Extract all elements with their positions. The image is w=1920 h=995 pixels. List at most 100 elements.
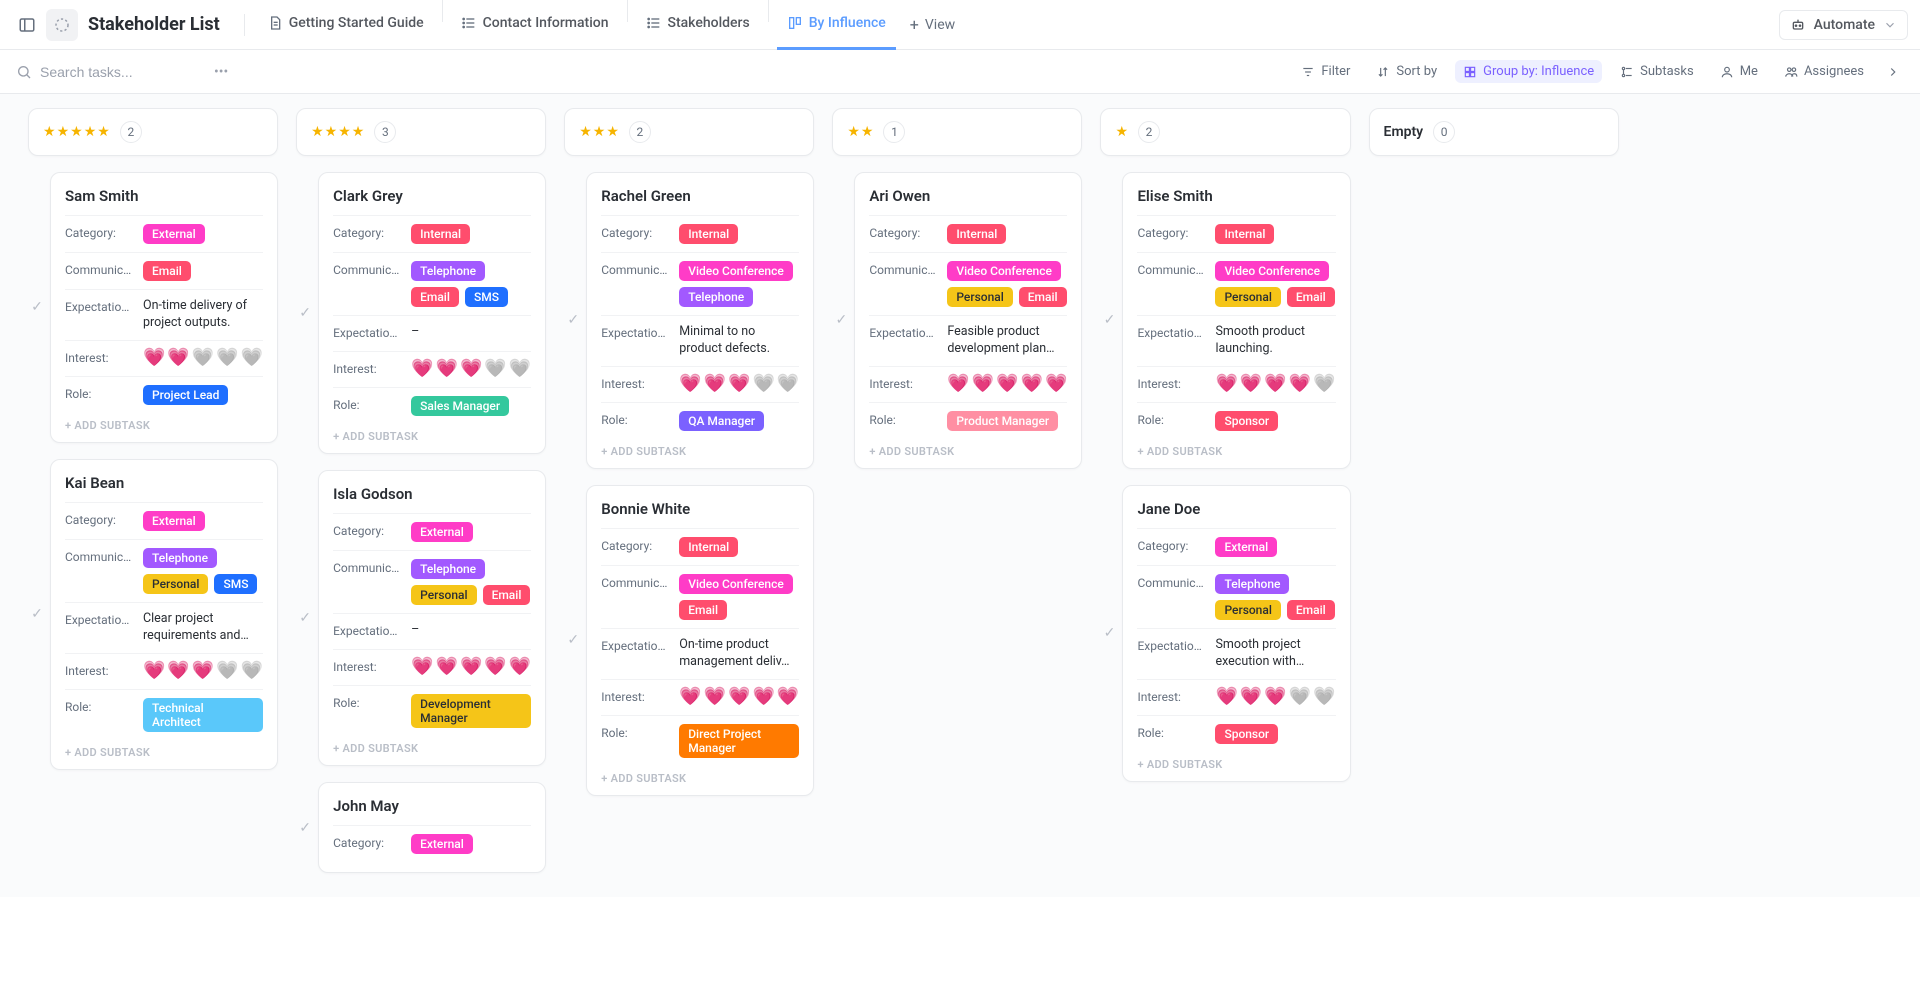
filter-button[interactable]: Filter xyxy=(1293,60,1358,83)
tag-internal[interactable]: Internal xyxy=(947,224,1006,244)
tag-video-conference[interactable]: Video Conference xyxy=(947,261,1061,281)
column-header[interactable]: Empty0 xyxy=(1369,108,1619,156)
tab-contact-information[interactable]: Contact Information xyxy=(451,0,619,50)
stakeholder-card[interactable]: Kai Bean Category: External Communic… Te… xyxy=(50,459,278,770)
complete-check-icon[interactable]: ✓ xyxy=(564,312,582,328)
stakeholder-card[interactable]: Ari Owen Category: Internal Communic… Vi… xyxy=(854,172,1082,469)
stakeholder-card[interactable]: Clark Grey Category: Internal Communic… … xyxy=(318,172,546,454)
tag-personal[interactable]: Personal xyxy=(143,574,208,594)
complete-check-icon[interactable]: ✓ xyxy=(28,606,46,622)
tag-email[interactable]: Email xyxy=(143,261,191,281)
column-header[interactable]: ★★★2 xyxy=(564,108,814,156)
add-subtask-button[interactable]: + ADD SUBTASK xyxy=(869,445,1067,458)
tag-video-conference[interactable]: Video Conference xyxy=(1215,261,1329,281)
tag-telephone[interactable]: Telephone xyxy=(411,559,485,579)
tag-personal[interactable]: Personal xyxy=(1215,287,1280,307)
complete-check-icon[interactable]: ✓ xyxy=(1100,625,1118,641)
tag-internal[interactable]: Internal xyxy=(1215,224,1274,244)
tag-internal[interactable]: Internal xyxy=(411,224,470,244)
column-count: 2 xyxy=(1138,121,1160,143)
role-tag[interactable]: QA Manager xyxy=(679,411,764,431)
tag-external[interactable]: External xyxy=(143,224,205,244)
me-button[interactable]: Me xyxy=(1712,60,1766,83)
tag-sms[interactable]: SMS xyxy=(214,574,257,594)
complete-check-icon[interactable]: ✓ xyxy=(564,632,582,648)
tab-stakeholders[interactable]: Stakeholders xyxy=(636,0,760,50)
tag-telephone[interactable]: Telephone xyxy=(143,548,217,568)
complete-check-icon[interactable]: ✓ xyxy=(296,305,314,321)
subtasks-button[interactable]: Subtasks xyxy=(1612,60,1702,83)
tag-email[interactable]: Email xyxy=(483,585,531,605)
tag-external[interactable]: External xyxy=(1215,537,1277,557)
add-subtask-button[interactable]: + ADD SUBTASK xyxy=(333,430,531,443)
tag-telephone[interactable]: Telephone xyxy=(411,261,485,281)
tag-video-conference[interactable]: Video Conference xyxy=(679,261,793,281)
complete-check-icon[interactable]: ✓ xyxy=(28,299,46,315)
stakeholder-card[interactable]: Bonnie White Category: Internal Communic… xyxy=(586,485,814,796)
stakeholder-card[interactable]: Jane Doe Category: External Communic… Te… xyxy=(1122,485,1350,782)
tag-telephone[interactable]: Telephone xyxy=(1215,574,1289,594)
add-subtask-button[interactable]: + ADD SUBTASK xyxy=(65,746,263,759)
role-tag[interactable]: Technical Architect xyxy=(143,698,263,732)
collapse-sidebar-button[interactable] xyxy=(12,10,42,40)
role-tag[interactable]: Product Manager xyxy=(947,411,1058,431)
tag-email[interactable]: Email xyxy=(1287,287,1335,307)
tag-external[interactable]: External xyxy=(411,522,473,542)
assignees-button[interactable]: Assignees xyxy=(1776,60,1872,83)
tag-internal[interactable]: Internal xyxy=(679,537,738,557)
stakeholder-card[interactable]: Rachel Green Category: Internal Communic… xyxy=(586,172,814,469)
stakeholder-card[interactable]: John May Category: External xyxy=(318,782,546,873)
role-tag[interactable]: Project Lead xyxy=(143,385,228,405)
sort-button[interactable]: Sort by xyxy=(1368,60,1445,83)
tag-email[interactable]: Email xyxy=(1287,600,1335,620)
add-view-button[interactable]: + View xyxy=(900,0,965,50)
search-input[interactable] xyxy=(40,64,180,80)
more-options-button[interactable]: ••• xyxy=(206,60,236,84)
column-header[interactable]: ★2 xyxy=(1100,108,1350,156)
tag-personal[interactable]: Personal xyxy=(1215,600,1280,620)
tag-internal[interactable]: Internal xyxy=(679,224,738,244)
stakeholder-card[interactable]: Sam Smith Category: External Communic… E… xyxy=(50,172,278,443)
tag-external[interactable]: External xyxy=(411,834,473,854)
complete-check-icon[interactable]: ✓ xyxy=(832,312,850,328)
column-header[interactable]: ★★★★★2 xyxy=(28,108,278,156)
add-subtask-button[interactable]: + ADD SUBTASK xyxy=(1137,445,1335,458)
complete-check-icon[interactable]: ✓ xyxy=(296,820,314,836)
add-subtask-button[interactable]: + ADD SUBTASK xyxy=(65,419,263,432)
group-by-button[interactable]: Group by: Influence xyxy=(1455,60,1602,83)
role-tag[interactable]: Direct Project Manager xyxy=(679,724,799,758)
tag-video-conference[interactable]: Video Conference xyxy=(679,574,793,594)
add-subtask-button[interactable]: + ADD SUBTASK xyxy=(601,772,799,785)
more-button[interactable] xyxy=(1882,61,1904,83)
tag-external[interactable]: External xyxy=(143,511,205,531)
stakeholder-card[interactable]: Elise Smith Category: Internal Communic…… xyxy=(1122,172,1350,469)
tag-personal[interactable]: Personal xyxy=(947,287,1012,307)
stakeholder-card[interactable]: Isla Godson Category: External Communic…… xyxy=(318,470,546,766)
tag-email[interactable]: Email xyxy=(1019,287,1067,307)
column-header[interactable]: ★★1 xyxy=(832,108,1082,156)
role-tag[interactable]: Sponsor xyxy=(1215,411,1278,431)
add-subtask-button[interactable]: + ADD SUBTASK xyxy=(601,445,799,458)
add-subtask-button[interactable]: + ADD SUBTASK xyxy=(333,742,531,755)
column-header[interactable]: ★★★★3 xyxy=(296,108,546,156)
tag-telephone[interactable]: Telephone xyxy=(679,287,753,307)
field-label-expectation: Expectatio… xyxy=(65,298,135,314)
field-label-category: Category: xyxy=(65,511,135,527)
search-field[interactable] xyxy=(16,64,196,80)
complete-check-icon[interactable]: ✓ xyxy=(296,610,314,626)
role-tag[interactable]: Sponsor xyxy=(1215,724,1278,744)
tab-by-influence[interactable]: By Influence xyxy=(777,0,896,50)
tab-getting-started-guide[interactable]: Getting Started Guide xyxy=(257,0,434,50)
board-scroll[interactable]: ★★★★★2 ✓ Sam Smith Category: External Co… xyxy=(0,94,1920,897)
tag-email[interactable]: Email xyxy=(679,600,727,620)
heart-icon: 💗 xyxy=(1021,375,1043,393)
tag-email[interactable]: Email xyxy=(411,287,459,307)
add-subtask-button[interactable]: + ADD SUBTASK xyxy=(1137,758,1335,771)
complete-check-icon[interactable]: ✓ xyxy=(1100,312,1118,328)
role-tag[interactable]: Development Manager xyxy=(411,694,531,728)
column-cards: ✓ Rachel Green Category: Internal Commun… xyxy=(564,172,814,796)
tag-personal[interactable]: Personal xyxy=(411,585,476,605)
tag-sms[interactable]: SMS xyxy=(465,287,508,307)
automate-button[interactable]: Automate xyxy=(1779,10,1908,40)
role-tag[interactable]: Sales Manager xyxy=(411,396,509,416)
